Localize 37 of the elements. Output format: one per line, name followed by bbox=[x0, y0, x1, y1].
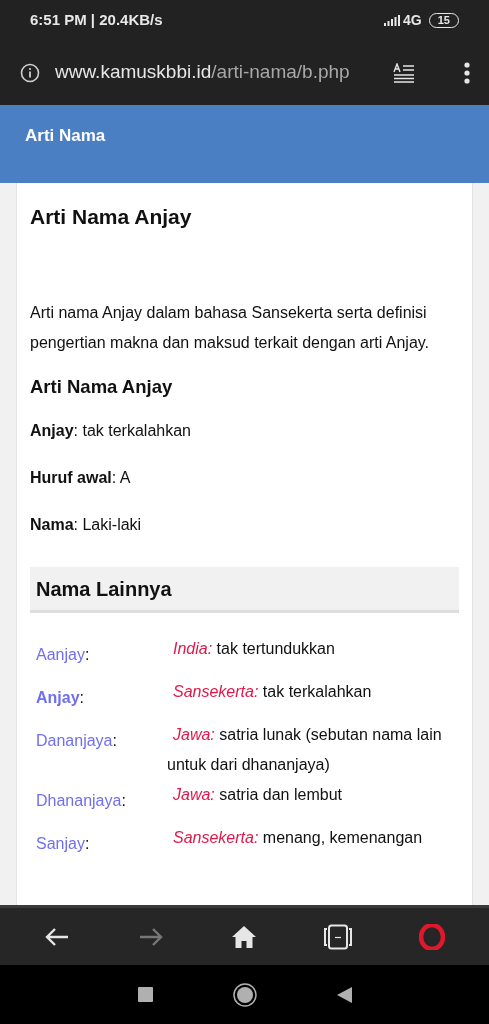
back-arrow-icon bbox=[43, 925, 70, 948]
article-title: Arti Nama Anjay bbox=[30, 204, 193, 230]
name-meaning: Jawa: satria lunak (sebutan nama lain untuk dari dhananjaya) bbox=[167, 725, 443, 775]
name-link[interactable]: Dananjaya bbox=[36, 732, 113, 749]
tabs-icon bbox=[323, 923, 354, 950]
field-line: Huruf awal: A bbox=[30, 468, 132, 488]
name-colon: : bbox=[121, 792, 126, 809]
name-meaning: India: tak tertundukkan bbox=[172, 639, 336, 659]
home-circle-icon[interactable] bbox=[232, 982, 257, 1007]
name-link[interactable]: Sanjay bbox=[36, 835, 85, 852]
more-menu-icon[interactable] bbox=[463, 60, 471, 85]
recents-icon[interactable] bbox=[137, 987, 153, 1002]
name-meaning: Sansekerta: tak terkalahkan bbox=[172, 682, 373, 702]
name-colon: : bbox=[84, 646, 90, 663]
status-time: 6:51 PM | 20.4KB/s bbox=[30, 9, 163, 30]
opera-logo-icon bbox=[419, 923, 446, 950]
home-icon bbox=[231, 924, 258, 949]
field-line: Anjay: tak terkalahkan bbox=[30, 421, 192, 441]
back-triangle-icon[interactable] bbox=[336, 986, 352, 1003]
reader-mode-icon[interactable] bbox=[393, 62, 415, 83]
name-link[interactable]: Anjay bbox=[36, 689, 80, 706]
name-link[interactable]: Dhananjaya bbox=[36, 792, 122, 809]
name-meaning: Jawa: satria dan lembut bbox=[172, 785, 343, 805]
intro-paragraph: Arti nama Anjay dalam bahasa Sansekerta serta definisi pengertian makna dan maksud terkait dengan arti Anjay. bbox=[30, 303, 431, 353]
site-title[interactable]: Arti Nama bbox=[25, 123, 106, 149]
other-names-title: Nama Lainnya bbox=[36, 576, 172, 602]
name-colon: : bbox=[79, 689, 85, 706]
name-colon: : bbox=[84, 835, 90, 852]
signal-icon bbox=[384, 14, 401, 26]
section-title: Arti Nama Anjay bbox=[30, 375, 174, 399]
name-link[interactable]: Aanjay bbox=[36, 646, 85, 663]
name-meaning: Sansekerta: menang, kemenangan bbox=[172, 828, 424, 848]
network-type: 4G bbox=[403, 10, 422, 30]
field-line: Nama: Laki-laki bbox=[30, 515, 143, 535]
forward-arrow-icon bbox=[137, 925, 164, 948]
info-icon[interactable] bbox=[20, 62, 40, 83]
name-colon: : bbox=[112, 732, 117, 749]
